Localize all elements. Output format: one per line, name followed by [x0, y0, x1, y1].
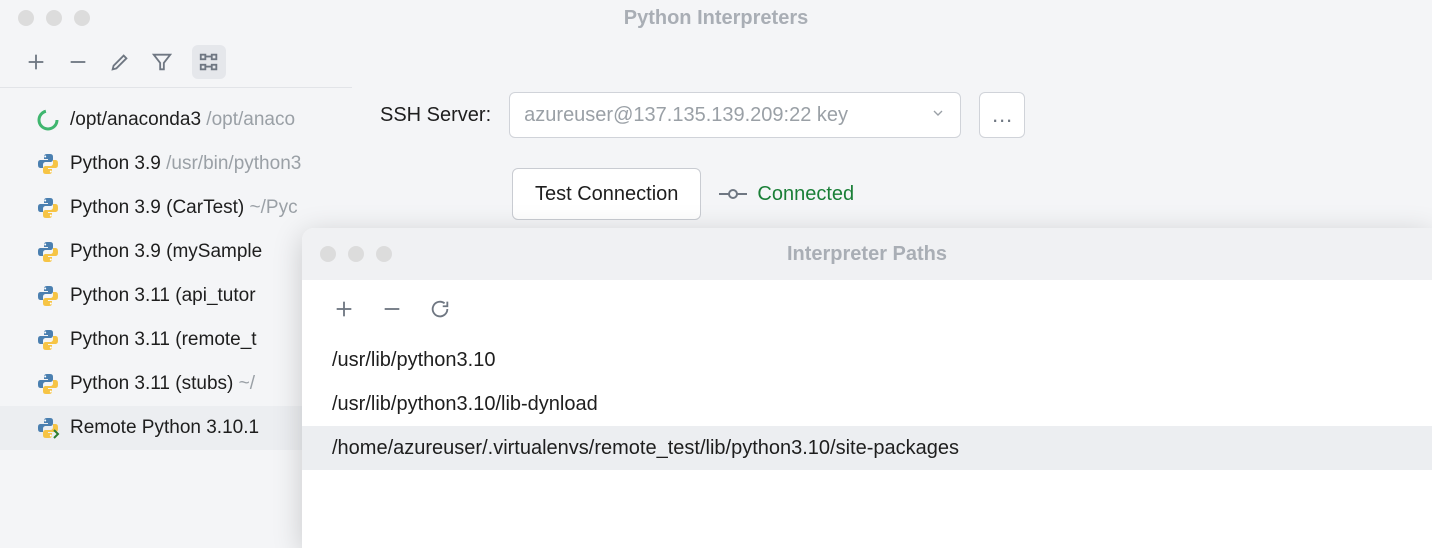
ssh-server-row: SSH Server: azureuser@137.135.139.209:22…: [380, 92, 1404, 138]
interpreter-item[interactable]: Python 3.11 (stubs) ~/: [0, 362, 352, 406]
loading-icon: [36, 108, 60, 132]
interpreter-name: Python 3.11 (remote_t: [70, 329, 257, 350]
interpreter-paths-window: Interpreter Paths /usr/lib/python3.10/us…: [302, 228, 1432, 548]
overlay-toolbar: [302, 280, 1432, 338]
interpreter-name: Python 3.9 (mySample: [70, 241, 262, 262]
refresh-paths-button[interactable]: [428, 297, 452, 321]
interpreter-name: Python 3.11 (stubs): [70, 373, 233, 394]
test-connection-row: Test Connection Connected: [380, 168, 1404, 220]
python-icon: [36, 196, 60, 220]
interpreter-item[interactable]: Python 3.9 (CarTest) ~/Pyc: [0, 186, 352, 230]
python-remote-icon: [36, 416, 60, 440]
path-text: /usr/lib/python3.10/lib-dynload: [332, 393, 598, 416]
remove-path-button[interactable]: [380, 297, 404, 321]
overlay-titlebar: Interpreter Paths: [302, 228, 1432, 280]
path-item[interactable]: /home/azureuser/.virtualenvs/remote_test…: [302, 426, 1432, 470]
test-connection-label: Test Connection: [535, 183, 678, 206]
tree-view-button[interactable]: [192, 45, 226, 79]
interpreter-name: Python 3.11 (api_tutor: [70, 285, 256, 306]
path-list: /usr/lib/python3.10/usr/lib/python3.10/l…: [302, 338, 1432, 470]
interpreter-label: Python 3.11 (api_tutor: [70, 285, 256, 307]
interpreter-name: Python 3.9: [70, 153, 161, 174]
remove-interpreter-button[interactable]: [66, 50, 90, 74]
path-item[interactable]: /usr/lib/python3.10/lib-dynload: [302, 382, 1432, 426]
interpreter-sidebar: /opt/anaconda3 /opt/anaco Python 3.9 /usr…: [0, 36, 352, 548]
filter-button[interactable]: [150, 50, 174, 74]
ssh-server-label: SSH Server:: [380, 104, 491, 127]
sidebar-toolbar: [0, 36, 352, 88]
interpreter-list: /opt/anaconda3 /opt/anaco Python 3.9 /usr…: [0, 88, 352, 450]
interpreter-path: ~/: [239, 373, 255, 394]
interpreter-name: /opt/anaconda3: [70, 109, 201, 130]
ssh-server-value: azureuser@137.135.139.209:22 key: [524, 104, 848, 127]
python-icon: [36, 284, 60, 308]
python-icon: [36, 328, 60, 352]
main-titlebar: Python Interpreters: [0, 0, 1432, 36]
interpreter-item[interactable]: Python 3.11 (remote_t: [0, 318, 352, 362]
interpreter-item[interactable]: Python 3.9 /usr/bin/python3: [0, 142, 352, 186]
interpreter-item[interactable]: Python 3.11 (api_tutor: [0, 274, 352, 318]
chevron-down-icon: [930, 104, 946, 127]
main-window-title: Python Interpreters: [0, 7, 1432, 30]
interpreter-label: Python 3.9 (mySample: [70, 241, 262, 263]
interpreter-label: Python 3.9 /usr/bin/python3: [70, 153, 301, 175]
test-connection-button[interactable]: Test Connection: [512, 168, 701, 220]
path-text: /usr/lib/python3.10: [332, 349, 495, 372]
interpreter-label: /opt/anaconda3 /opt/anaco: [70, 109, 295, 131]
connection-status: Connected: [719, 183, 854, 206]
connection-status-text: Connected: [757, 183, 854, 206]
path-item[interactable]: /usr/lib/python3.10: [302, 338, 1432, 382]
ssh-server-browse-button[interactable]: …: [979, 92, 1025, 138]
interpreter-path: /opt/anaco: [206, 109, 295, 130]
python-icon: [36, 240, 60, 264]
interpreter-item[interactable]: /opt/anaconda3 /opt/anaco: [0, 98, 352, 142]
ellipsis-icon: …: [991, 102, 1013, 128]
interpreter-path: ~/Pyc: [250, 197, 298, 218]
interpreter-name: Python 3.9 (CarTest): [70, 197, 244, 218]
add-interpreter-button[interactable]: [24, 50, 48, 74]
interpreter-label: Python 3.11 (remote_t: [70, 329, 257, 351]
interpreter-label: Remote Python 3.10.1: [70, 417, 259, 439]
overlay-window-title: Interpreter Paths: [302, 243, 1432, 266]
python-icon: [36, 372, 60, 396]
add-path-button[interactable]: [332, 297, 356, 321]
interpreter-item[interactable]: Python 3.9 (mySample: [0, 230, 352, 274]
ssh-server-dropdown[interactable]: azureuser@137.135.139.209:22 key: [509, 92, 961, 138]
path-text: /home/azureuser/.virtualenvs/remote_test…: [332, 437, 959, 460]
edit-interpreter-button[interactable]: [108, 50, 132, 74]
interpreter-item[interactable]: Remote Python 3.10.1: [0, 406, 352, 450]
commit-icon: [719, 185, 747, 203]
interpreter-path: /usr/bin/python3: [166, 153, 301, 174]
python-icon: [36, 152, 60, 176]
interpreter-name: Remote Python 3.10.1: [70, 417, 259, 438]
interpreter-label: Python 3.11 (stubs) ~/: [70, 373, 255, 395]
interpreter-label: Python 3.9 (CarTest) ~/Pyc: [70, 197, 298, 219]
